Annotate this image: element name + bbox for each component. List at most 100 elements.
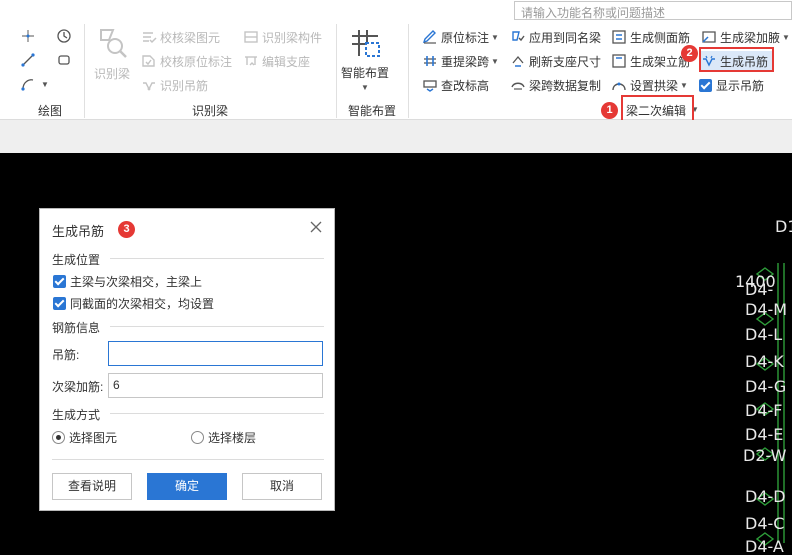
axis-label: D4-K (745, 352, 784, 371)
beam-component-icon (243, 29, 259, 45)
check-in-situ-annotation[interactable]: 校核原位标注 (141, 51, 232, 71)
re-extract-span-button[interactable]: 重提梁跨 ▼ (422, 51, 499, 71)
select-element-radio[interactable]: 选择图元 (52, 429, 117, 446)
copy-span-data-button[interactable]: 梁跨数据复制 (510, 75, 601, 95)
ok-button[interactable]: 确定 (147, 473, 227, 500)
group-label-draw: 绘图 (37, 104, 62, 118)
help-button[interactable]: 查看说明 (52, 473, 132, 500)
smart-layout-button[interactable]: 智能布置 ▼ (338, 26, 392, 92)
edit-support[interactable]: 编辑支座 (243, 51, 310, 71)
line-icon (20, 52, 36, 68)
hanger-rebar-icon (141, 77, 157, 93)
chevron-down-icon: ▼ (361, 83, 369, 92)
check-elevation-button[interactable]: 查改标高 (422, 75, 489, 95)
arc-tool[interactable]: ▼ (20, 74, 49, 94)
group-divider (408, 24, 409, 118)
cancel-button[interactable]: 取消 (242, 473, 322, 500)
axis-label: D4-L (745, 325, 783, 344)
section-mode-title: 生成方式 (52, 408, 101, 422)
section-divider (110, 326, 324, 327)
point-tool[interactable] (20, 26, 39, 46)
identify-beam-button[interactable]: 识别梁 (90, 26, 134, 82)
annotation-badge-1: 1 (601, 102, 618, 119)
circle-tool[interactable] (56, 26, 75, 46)
rectangle-icon (56, 52, 72, 68)
rectangle-tool[interactable] (56, 50, 75, 70)
secondary-rebar-input[interactable]: 6 (108, 373, 323, 398)
secondary-rebar-label: 次梁加筋: (52, 380, 104, 394)
copy-span-icon (510, 77, 526, 93)
section-position-title: 生成位置 (52, 253, 101, 267)
refresh-icon (510, 53, 526, 69)
group-divider (336, 24, 337, 118)
group-label-smart-layout: 智能布置 (347, 104, 396, 118)
arc-icon (20, 76, 36, 92)
identify-hanger-rebar[interactable]: 识别吊筋 (141, 75, 208, 95)
chevron-down-icon: ▼ (41, 79, 49, 89)
check-beam-elements[interactable]: 校核梁图元 (141, 27, 220, 47)
check-beam-elements-label: 校核梁图元 (160, 30, 221, 45)
set-arch-beam-button[interactable]: 设置拱梁 ▼ (611, 75, 688, 95)
apply-same-name-beam-button[interactable]: 应用到同名梁 (510, 27, 601, 47)
radio-selected-icon (52, 431, 65, 444)
line-tool[interactable] (20, 50, 39, 70)
main-secondary-intersect-checkbox[interactable]: 主梁与次梁相交，主梁上 (53, 273, 202, 290)
chevron-down-icon: ▼ (491, 32, 499, 42)
checkbox-label: 主梁与次梁相交，主梁上 (70, 275, 203, 289)
chevron-down-icon: ▼ (491, 56, 499, 66)
axis-label: D2-W (743, 446, 787, 465)
ribbon-toolbar: 请输入功能名称或问题描述 ▼ 绘图 识别梁 校核梁图元 校核原位标注 识别吊筋 … (0, 0, 792, 122)
group-divider (84, 24, 85, 118)
refresh-support-size-button[interactable]: 刷新支座尺寸 (510, 51, 601, 71)
checkbox-checked-icon (699, 78, 712, 92)
same-section-secondary-checkbox[interactable]: 同截面的次梁相交，均设置 (53, 295, 214, 312)
beam-haunch-icon (701, 29, 717, 45)
crosshair-icon (20, 28, 36, 44)
axis-label: D4-G (745, 377, 787, 396)
radio-label: 选择楼层 (208, 431, 257, 445)
chevron-down-icon: ▼ (782, 32, 790, 42)
axis-label: D4-E (745, 425, 784, 444)
erection-rebar-icon (611, 53, 627, 69)
elevation-icon (422, 77, 438, 93)
axis-label: D4-F (745, 401, 783, 420)
identify-beam-label: 识别梁 (93, 67, 130, 81)
select-floor-radio[interactable]: 选择楼层 (191, 429, 256, 446)
annotation-box-1 (621, 95, 694, 122)
in-situ-annotation-button[interactable]: 原位标注 ▼ (422, 27, 499, 47)
annotation-box-2 (699, 47, 774, 72)
generate-side-rebar-button[interactable]: 生成侧面筋 (611, 27, 690, 47)
axis-label: D4-A (745, 537, 784, 555)
group-label-identify-beam: 识别梁 (191, 104, 228, 118)
generate-beam-haunch-button[interactable]: 生成梁加腋 ▼ (701, 27, 790, 47)
footer-divider (52, 459, 324, 460)
apply-same-name-icon (510, 29, 526, 45)
radio-unselected-icon (191, 431, 204, 444)
check-elevation-label: 查改标高 (441, 78, 490, 93)
axis-label: D4-M (745, 300, 788, 319)
set-arch-beam-label: 设置拱梁 (630, 78, 679, 93)
clock-circle-icon (56, 28, 72, 44)
refresh-support-size-label: 刷新支座尺寸 (529, 54, 602, 69)
axis-label: D4- (745, 280, 774, 299)
dialog-title: 生成吊筋 (52, 224, 105, 239)
close-icon[interactable] (308, 219, 324, 235)
section-rebar-title: 钢筋信息 (52, 321, 101, 335)
app-window: 请输入功能名称或问题描述 ▼ 绘图 识别梁 校核梁图元 校核原位标注 识别吊筋 … (0, 0, 792, 555)
annotation-edit-icon (422, 29, 438, 45)
generate-side-rebar-label: 生成侧面筋 (630, 30, 691, 45)
edit-support-icon (243, 53, 259, 69)
search-input[interactable]: 请输入功能名称或问题描述 (514, 1, 792, 20)
hanger-label: 吊筋: (52, 348, 80, 362)
chevron-down-icon: ▼ (680, 80, 688, 90)
show-hanger-rebar-label: 显示吊筋 (716, 78, 765, 93)
hanger-rebar-input[interactable] (108, 341, 323, 366)
generate-erection-rebar-button[interactable]: 生成架立筋 (611, 51, 690, 71)
identify-beam-component-label: 识别梁构件 (262, 30, 323, 45)
edit-support-label: 编辑支座 (262, 54, 311, 69)
re-extract-span-icon (422, 53, 438, 69)
show-hanger-rebar-checkbox[interactable]: 显示吊筋 (699, 75, 764, 95)
check-in-situ-annotation-label: 校核原位标注 (160, 54, 233, 69)
section-divider (110, 258, 324, 259)
identify-beam-component[interactable]: 识别梁构件 (243, 27, 322, 47)
